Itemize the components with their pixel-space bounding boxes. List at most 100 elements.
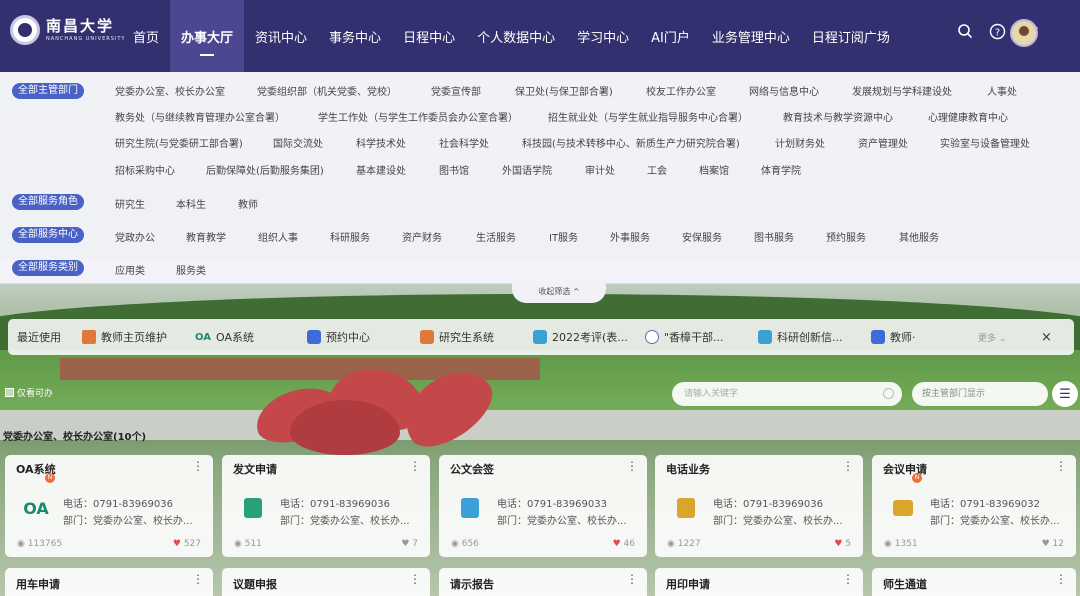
nav-service-hall[interactable]: 办事大厅	[170, 0, 245, 72]
available-only-checkbox[interactable]: 仅看可办	[5, 386, 53, 399]
recent-item[interactable]: 2022考评(表...	[533, 319, 628, 355]
department-option[interactable]: 科学技术处	[356, 135, 406, 150]
more-menu-icon[interactable]: ⋮	[409, 572, 421, 586]
nav-schedule-center[interactable]: 日程中心	[392, 0, 466, 72]
help-icon[interactable]: ?	[988, 22, 1006, 40]
center-option[interactable]: 教育教学	[186, 229, 226, 244]
search-clear-icon[interactable]	[883, 388, 894, 399]
department-option[interactable]: 工会	[647, 162, 667, 177]
service-card[interactable]: 用印申请 ⋮	[655, 568, 863, 596]
search-input[interactable]: 请输入关键字	[672, 382, 902, 406]
department-option[interactable]: 发展规划与学科建设处	[852, 83, 952, 98]
search-icon[interactable]	[956, 22, 974, 40]
department-option[interactable]: 教务处（与继续教育管理办公室合署）	[115, 109, 285, 124]
type-option[interactable]: 服务类	[176, 262, 206, 277]
recent-item[interactable]: 预约中心	[307, 319, 370, 355]
department-option[interactable]: 实验室与设备管理处	[940, 135, 1030, 150]
service-card[interactable]: 师生通道 ⋮	[872, 568, 1076, 596]
nav-learning-center[interactable]: 学习中心	[566, 0, 640, 72]
center-option[interactable]: 图书服务	[754, 229, 794, 244]
service-card[interactable]: 请示报告 ⋮	[439, 568, 647, 596]
nav-news-center[interactable]: 资讯中心	[244, 0, 318, 72]
nav-affairs-center[interactable]: 事务中心	[318, 0, 392, 72]
more-menu-icon[interactable]: ⋮	[1055, 572, 1067, 586]
department-option[interactable]: 教育技术与教学资源中心	[783, 109, 893, 124]
more-menu-icon[interactable]: ⋮	[626, 572, 638, 586]
service-card[interactable]: 用车申请 ⋮	[5, 568, 213, 596]
department-option[interactable]: 档案馆	[699, 162, 729, 177]
all-roles-filter[interactable]: 全部服务角色	[12, 194, 84, 210]
department-option[interactable]: 外国语学院	[502, 162, 552, 177]
center-option[interactable]: 安保服务	[682, 229, 722, 244]
university-logo[interactable]: 南昌大学 NANCHANG UNIVERSITY	[10, 15, 125, 45]
department-option[interactable]: 后勤保障处(后勤服务集团)	[206, 162, 324, 177]
all-types-filter[interactable]: 全部服务类别	[12, 260, 84, 276]
list-view-icon[interactable]: ☰	[1052, 381, 1078, 407]
department-option[interactable]: 学生工作处（与学生工作委员会办公室合署）	[318, 109, 518, 124]
department-option[interactable]: 社会科学处	[439, 135, 489, 150]
close-icon[interactable]: ×	[1041, 319, 1052, 355]
more-menu-icon[interactable]: ⋮	[409, 459, 421, 473]
nav-home[interactable]: 首页	[122, 0, 170, 72]
center-option[interactable]: IT服务	[549, 229, 578, 244]
center-option[interactable]: 预约服务	[826, 229, 866, 244]
center-option[interactable]: 生活服务	[476, 229, 516, 244]
department-option[interactable]: 科技园(与技术转移中心、新质生产力研究院合署)	[522, 135, 740, 150]
more-menu-icon[interactable]: ⋮	[192, 572, 204, 586]
all-departments-filter[interactable]: 全部主管部门	[12, 83, 84, 99]
service-card[interactable]: 发文申请 ⋮ 电话：0791-83969036 部门：党委办公室、校长办... …	[222, 455, 430, 557]
department-option[interactable]: 党委办公室、校长办公室	[115, 83, 225, 98]
nav-schedule-subscription[interactable]: 日程订阅广场	[801, 0, 901, 72]
department-option[interactable]: 人事处	[987, 83, 1017, 98]
recent-item[interactable]: 教师主页维护	[82, 319, 167, 355]
department-option[interactable]: 党委组织部（机关党委、党校）	[257, 83, 397, 98]
department-option[interactable]: 招标采购中心	[115, 162, 175, 177]
recent-item[interactable]: OA OA系统	[195, 319, 254, 355]
center-option[interactable]: 资产财务	[402, 229, 442, 244]
more-button[interactable]: 更多 ⌄	[978, 319, 1006, 355]
like-count[interactable]: ♥ 12	[1042, 539, 1064, 549]
department-option[interactable]: 保卫处(与保卫部合署)	[515, 83, 613, 98]
nav-personal-data[interactable]: 个人数据中心	[466, 0, 566, 72]
more-menu-icon[interactable]: ⋮	[842, 459, 854, 473]
service-card[interactable]: 公文会签 ⋮ 电话：0791-83969033 部门：党委办公室、校长办... …	[439, 455, 647, 557]
nav-ai-portal[interactable]: AI门户	[640, 0, 701, 72]
recent-item[interactable]: 研究生系统	[420, 319, 494, 355]
more-menu-icon[interactable]: ⋮	[192, 459, 204, 473]
like-count[interactable]: ♥ 527	[173, 539, 201, 549]
type-option[interactable]: 应用类	[115, 262, 145, 277]
department-option[interactable]: 图书馆	[439, 162, 469, 177]
role-option[interactable]: 研究生	[115, 196, 145, 211]
department-option[interactable]: 心理健康教育中心	[928, 109, 1008, 124]
more-menu-icon[interactable]: ⋮	[1055, 459, 1067, 473]
department-option[interactable]: 计划财务处	[775, 135, 825, 150]
service-card[interactable]: 电话业务 ⋮ 电话：0791-83969036 部门：党委办公室、校长办... …	[655, 455, 863, 557]
center-option[interactable]: 其他服务	[899, 229, 939, 244]
more-menu-icon[interactable]: ⋮	[842, 572, 854, 586]
center-option[interactable]: 外事服务	[610, 229, 650, 244]
service-card[interactable]: 会议申请 ⋮ N 电话：0791-83969032 部门：党委办公室、校长办..…	[872, 455, 1076, 557]
department-option[interactable]: 校友工作办公室	[646, 83, 716, 98]
like-count[interactable]: ♥ 7	[401, 539, 418, 549]
department-option[interactable]: 审计处	[585, 162, 615, 177]
center-option[interactable]: 党政办公	[115, 229, 155, 244]
like-count[interactable]: ♥ 5	[834, 539, 851, 549]
center-option[interactable]: 组织人事	[258, 229, 298, 244]
department-option[interactable]: 基本建设处	[356, 162, 406, 177]
more-menu-icon[interactable]: ⋮	[626, 459, 638, 473]
department-option[interactable]: 招生就业处（与学生就业指导服务中心合署）	[548, 109, 748, 124]
user-avatar[interactable]	[1010, 19, 1038, 47]
department-option[interactable]: 研究生院(与党委研工部合署)	[115, 135, 243, 150]
recent-item[interactable]: "香樟干部...	[645, 319, 724, 355]
role-option[interactable]: 本科生	[176, 196, 206, 211]
collapse-filter-button[interactable]: 收起筛选 ^	[512, 283, 606, 303]
department-option[interactable]: 体育学院	[761, 162, 801, 177]
recent-item[interactable]: 科研创新信...	[758, 319, 843, 355]
recent-item[interactable]: 教师·	[871, 319, 916, 355]
all-centers-filter[interactable]: 全部服务中心	[12, 227, 84, 243]
department-option[interactable]: 资产管理处	[858, 135, 908, 150]
role-option[interactable]: 教师	[238, 196, 258, 211]
nav-business-management[interactable]: 业务管理中心	[701, 0, 801, 72]
service-card[interactable]: OA系统 ⋮ OA N 电话：0791-83969036 部门：党委办公室、校长…	[5, 455, 213, 557]
like-count[interactable]: ♥ 46	[613, 539, 635, 549]
